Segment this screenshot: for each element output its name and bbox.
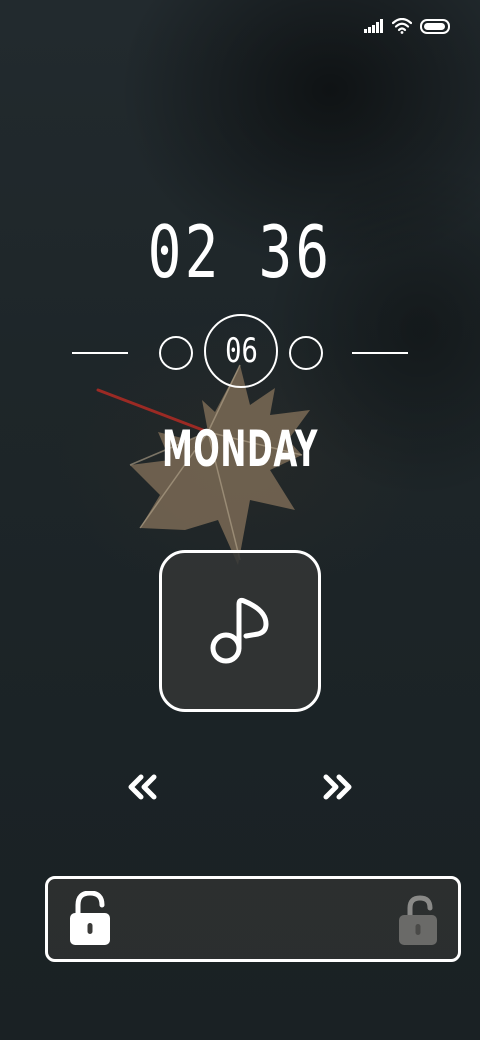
double-chevron-right-icon (323, 774, 352, 800)
unlocked-padlock-faded-icon (399, 895, 437, 945)
previous-track-button[interactable] (122, 770, 162, 804)
unlocked-padlock-icon[interactable] (68, 891, 112, 947)
battery-level-fill (424, 22, 445, 30)
clock-time: 02 36 (147, 210, 333, 294)
wifi-icon (392, 18, 412, 34)
divider-left (72, 352, 128, 354)
day-of-month: 06 (224, 331, 258, 371)
music-button[interactable] (159, 550, 321, 712)
unlock-slider[interactable] (45, 876, 461, 962)
weekday-label: MONDAY (161, 420, 319, 478)
date-indicator: 06 (0, 314, 480, 392)
previous-day-circle (159, 336, 193, 370)
music-note-icon (210, 597, 269, 664)
double-chevron-left-icon (128, 774, 157, 800)
divider-right (352, 352, 408, 354)
next-track-button[interactable] (318, 770, 358, 804)
battery-icon (420, 18, 450, 34)
status-bar (364, 18, 450, 34)
next-day-circle (289, 336, 323, 370)
lock-screen: 02 36 06 MONDAY (0, 0, 480, 1040)
signal-icon (364, 19, 383, 33)
day-of-month-circle: 06 (204, 314, 278, 388)
